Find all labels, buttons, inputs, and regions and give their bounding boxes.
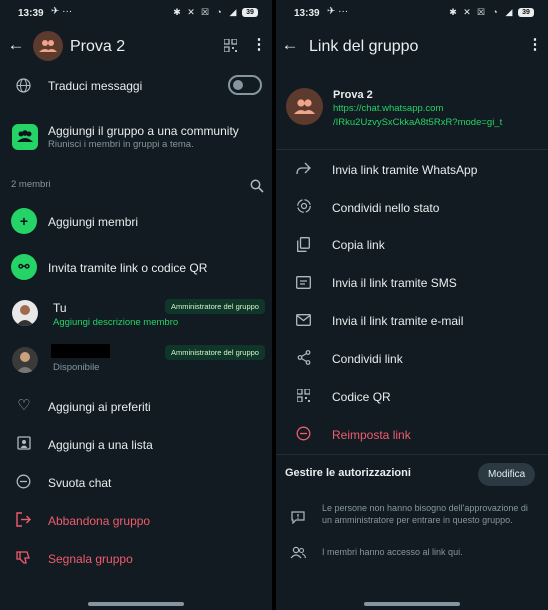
bluetooth-icon: ✱ bbox=[173, 7, 181, 17]
sms-icon bbox=[296, 276, 311, 289]
group-title: Prova 2 bbox=[70, 38, 126, 55]
group-link-panel: 13:39 ✈ ··· ✱ ✕ ☒ ◔ ◢ 39 ← Link del grup… bbox=[276, 0, 548, 610]
thumbs-down-icon bbox=[16, 551, 30, 564]
list-icon bbox=[17, 436, 31, 450]
mute-icon: ✕ bbox=[463, 7, 471, 17]
gesture-nav-bar[interactable] bbox=[88, 602, 184, 606]
members-access-text: I membri hanno accesso al link qui. bbox=[322, 547, 463, 557]
minus-circle-icon bbox=[296, 426, 311, 441]
member-description-link[interactable]: Aggiungi descrizione membro bbox=[53, 317, 178, 328]
status-icon bbox=[297, 199, 311, 213]
alert-box-icon bbox=[291, 511, 305, 524]
admin-badge: Amministratore del gruppo bbox=[165, 345, 265, 360]
share-link-label: Condividi link bbox=[332, 352, 403, 366]
send-whatsapp-label: Invia link tramite WhatsApp bbox=[332, 163, 478, 177]
community-title: Aggiungi il gruppo a una community bbox=[48, 124, 239, 138]
more-options-icon[interactable]: ⋮ bbox=[249, 36, 269, 56]
group-name: Prova 2 bbox=[333, 89, 373, 101]
report-group-label: Segnala gruppo bbox=[48, 552, 133, 566]
signal-icon: ◢ bbox=[505, 7, 513, 17]
approval-info-text: Le persone non hanno bisogno dell'approv… bbox=[322, 503, 528, 525]
send-email-label: Invia il link tramite e-mail bbox=[332, 314, 464, 328]
wifi-icon: ◔ bbox=[216, 7, 222, 17]
add-person-icon: + bbox=[11, 208, 37, 234]
permissions-title: Gestire le autorizzazioni bbox=[285, 467, 411, 479]
group-icon bbox=[294, 99, 315, 114]
admin-badge: Amministratore del gruppo bbox=[165, 299, 265, 314]
modify-button[interactable]: Modifica bbox=[478, 463, 536, 486]
heart-icon: ♡ bbox=[17, 397, 31, 414]
leave-group-label: Abbandona gruppo bbox=[48, 514, 151, 528]
link-icon: ⚯ bbox=[11, 254, 37, 280]
copy-icon bbox=[297, 237, 310, 252]
status-icons: ✱ ✕ ☒ ◔ ◢ 39 bbox=[448, 7, 534, 17]
status-bar: 13:39 ✈ ··· ✱ ✕ ☒ ◔ ◢ 39 bbox=[276, 0, 548, 26]
share-icon bbox=[297, 350, 311, 365]
back-arrow-icon[interactable]: ← bbox=[6, 36, 26, 56]
more-options-icon[interactable]: ⋮ bbox=[525, 36, 545, 56]
status-time: 13:39 bbox=[294, 8, 320, 19]
group-icon bbox=[39, 40, 57, 52]
bluetooth-icon: ✱ bbox=[449, 7, 457, 17]
group-avatar[interactable] bbox=[33, 31, 63, 61]
send-sms-label: Invia il link tramite SMS bbox=[332, 276, 457, 290]
clear-chat-label: Svuota chat bbox=[48, 476, 112, 490]
notification-icon: ☒ bbox=[476, 7, 486, 17]
status-extra: ✈ ··· bbox=[51, 6, 73, 17]
reset-link-label: Reimposta link bbox=[332, 428, 411, 442]
divider bbox=[276, 454, 548, 455]
add-favorites-label: Aggiungi ai preferiti bbox=[48, 400, 151, 414]
members-count: 2 membri bbox=[11, 179, 51, 190]
mute-icon: ✕ bbox=[187, 7, 195, 17]
status-icons: ✱ ✕ ☒ ◔ ◢ 39 bbox=[172, 7, 258, 17]
invite-link-label: Invita tramite link o codice QR bbox=[48, 261, 208, 275]
member-name: Tu bbox=[53, 301, 67, 315]
forward-icon bbox=[296, 162, 311, 175]
status-extra: ✈ ··· bbox=[327, 6, 349, 17]
divider bbox=[276, 149, 548, 150]
redacted-name bbox=[51, 344, 110, 358]
group-link-url-path[interactable]: /IRku2UzvySxCkkaA8t5RxR?mode=gi_t bbox=[333, 117, 502, 128]
group-link-url[interactable]: https://chat.whatsapp.com bbox=[333, 103, 443, 114]
translate-toggle[interactable] bbox=[228, 75, 262, 95]
community-subtitle: Riunisci i membri in gruppi a tema. bbox=[48, 139, 194, 150]
globe-icon bbox=[16, 78, 31, 93]
search-icon[interactable] bbox=[250, 179, 264, 193]
wifi-icon: ◔ bbox=[492, 7, 498, 17]
share-status-label: Condividi nello stato bbox=[332, 201, 440, 215]
members-icon bbox=[290, 546, 306, 559]
notification-icon: ☒ bbox=[200, 7, 210, 17]
back-arrow-icon[interactable]: ← bbox=[280, 36, 300, 56]
qr-code-icon bbox=[297, 389, 310, 402]
translate-label: Traduci messaggi bbox=[48, 79, 143, 93]
email-icon bbox=[296, 314, 311, 326]
community-icon bbox=[12, 124, 38, 150]
signal-icon: ◢ bbox=[229, 7, 237, 17]
qr-code-icon[interactable] bbox=[224, 39, 237, 52]
gesture-nav-bar[interactable] bbox=[364, 602, 460, 606]
minus-circle-icon bbox=[16, 474, 31, 489]
member-status: Disponibile bbox=[53, 362, 100, 373]
group-avatar bbox=[286, 88, 323, 125]
status-time: 13:39 bbox=[18, 8, 44, 19]
exit-icon bbox=[16, 512, 31, 527]
battery-icon: 39 bbox=[242, 7, 258, 17]
avatar bbox=[12, 347, 38, 373]
copy-link-label: Copia link bbox=[332, 238, 385, 252]
battery-icon: 39 bbox=[518, 7, 534, 17]
add-list-label: Aggiungi a una lista bbox=[48, 438, 153, 452]
avatar bbox=[12, 300, 38, 326]
status-bar: 13:39 ✈ ··· ✱ ✕ ☒ ◔ ◢ 39 bbox=[0, 0, 272, 26]
add-members-label: Aggiungi membri bbox=[48, 215, 139, 229]
page-title: Link del gruppo bbox=[309, 38, 419, 55]
group-info-panel: 13:39 ✈ ··· ✱ ✕ ☒ ◔ ◢ 39 ← Prova 2 ⋮ Tra… bbox=[0, 0, 272, 610]
qr-code-label: Codice QR bbox=[332, 390, 391, 404]
